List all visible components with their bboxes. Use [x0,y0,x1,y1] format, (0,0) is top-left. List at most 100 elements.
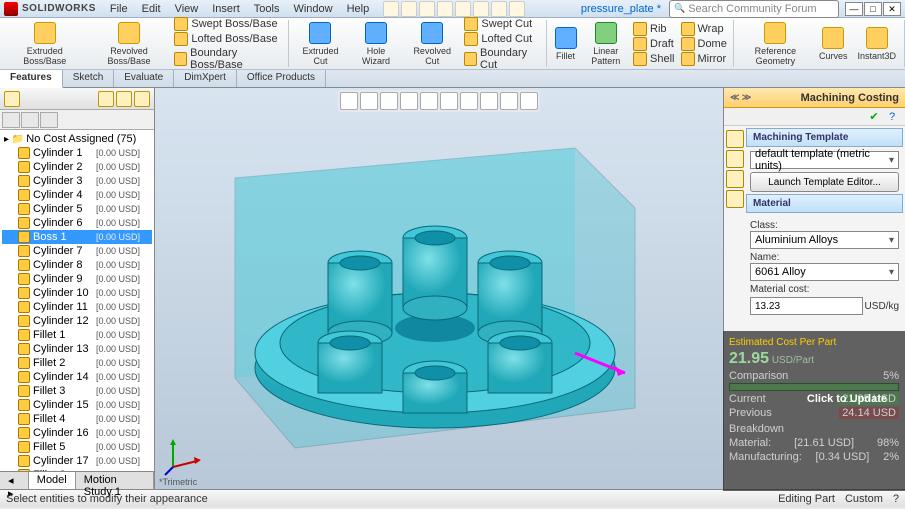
menu-help[interactable]: Help [341,2,376,16]
rib-button[interactable]: Rib [631,22,676,36]
feature-tree[interactable]: ▸ 📁 No Cost Assigned (75) Cylinder 1[0.0… [0,130,154,471]
mirror-button[interactable]: Mirror [679,52,729,66]
tree-item[interactable]: Cylinder 17[0.00 USD] [2,454,152,468]
template-select[interactable]: default template (metric units) [750,151,899,169]
qat-open-icon[interactable] [401,1,417,17]
fm-tab-tree-icon[interactable] [2,112,20,128]
tab-sketch[interactable]: Sketch [63,70,115,87]
menu-window[interactable]: Window [287,2,338,16]
fm-filter-icon[interactable] [98,91,114,107]
menu-file[interactable]: File [104,2,134,16]
swept-boss-button[interactable]: Swept Boss/Base [172,17,284,31]
qat-options-icon[interactable] [509,1,525,17]
linear-pattern-button[interactable]: Linear Pattern [583,21,629,67]
menu-tools[interactable]: Tools [248,2,286,16]
tree-item[interactable]: Cylinder 4[0.00 USD] [2,188,152,202]
side-stock-icon[interactable] [726,150,744,168]
close-button[interactable]: ✕ [883,2,901,16]
fillet-button[interactable]: Fillet [551,26,581,62]
fm-expand-icon[interactable] [116,91,132,107]
bottom-tab-model[interactable]: Model [29,472,76,489]
tree-item[interactable]: Cylinder 5[0.00 USD] [2,202,152,216]
menu-insert[interactable]: Insert [206,2,246,16]
view-settings-icon[interactable] [520,92,538,110]
tree-item[interactable]: Cylinder 7[0.00 USD] [2,244,152,258]
tab-features[interactable]: Features [0,70,63,88]
zoom-fit-icon[interactable] [340,92,358,110]
tree-item[interactable]: Cylinder 13[0.00 USD] [2,342,152,356]
wrap-button[interactable]: Wrap [679,22,729,36]
tree-item[interactable]: Cylinder 2[0.00 USD] [2,160,152,174]
tree-item[interactable]: Cylinder 10[0.00 USD] [2,286,152,300]
curves-button[interactable]: Curves [815,26,852,62]
boundary-boss-button[interactable]: Boundary Boss/Base [172,47,284,71]
search-input[interactable]: Search Community Forum [669,0,839,18]
tree-item[interactable]: Fillet 3[0.00 USD] [2,384,152,398]
fm-tab-prop-icon[interactable] [21,112,39,128]
section-view-icon[interactable] [400,92,418,110]
tree-item[interactable]: Cylinder 9[0.00 USD] [2,272,152,286]
cost-input[interactable] [750,297,863,315]
hide-show-icon[interactable] [460,92,478,110]
status-help-icon[interactable]: ? [893,493,899,505]
boundary-cut-button[interactable]: Boundary Cut [462,47,541,71]
tree-item[interactable]: Cylinder 16[0.00 USD] [2,426,152,440]
tree-item[interactable]: Cylinder 12[0.00 USD] [2,314,152,328]
class-select[interactable]: Aluminium Alloys [750,231,899,249]
tab-office-products[interactable]: Office Products [237,70,326,87]
menu-edit[interactable]: Edit [136,2,167,16]
fm-pin-icon[interactable] [134,91,150,107]
qat-print-icon[interactable] [437,1,453,17]
fm-icon[interactable] [4,91,20,107]
ok-icon[interactable]: ✔ [867,110,881,124]
material-section[interactable]: Material [746,194,903,213]
dome-button[interactable]: Dome [679,37,729,51]
minimize-button[interactable]: — [845,2,863,16]
fm-tab-config-icon[interactable] [40,112,58,128]
tree-item[interactable]: Cylinder 11[0.00 USD] [2,300,152,314]
tree-item[interactable]: Cylinder 6[0.00 USD] [2,216,152,230]
name-select[interactable]: 6061 Alloy [750,263,899,281]
qat-save-icon[interactable] [419,1,435,17]
qat-undo-icon[interactable] [455,1,471,17]
help-icon[interactable]: ? [885,110,899,124]
side-material-icon[interactable] [726,170,744,188]
tree-item[interactable]: Boss 1[0.00 USD] [2,230,152,244]
instant3d-button[interactable]: Instant3D [853,26,900,62]
tab-dimxpert[interactable]: DimXpert [174,70,237,87]
swept-cut-button[interactable]: Swept Cut [462,17,541,31]
view-orient-icon[interactable] [420,92,438,110]
revolved-boss-button[interactable]: Revolved Boss/Base [88,21,171,67]
click-to-update[interactable]: Click to Update [807,391,887,406]
bottom-tab-motion[interactable]: Motion Study 1 [76,472,154,489]
bottom-tab-arrows[interactable]: ◂ ▸ [0,472,29,489]
tree-item[interactable]: Fillet 4[0.00 USD] [2,412,152,426]
hole-wizard-button[interactable]: Hole Wizard [350,21,402,67]
display-style-icon[interactable] [440,92,458,110]
reference-geometry-button[interactable]: Reference Geometry [738,21,813,67]
qat-select-icon[interactable] [473,1,489,17]
tree-item[interactable]: Cylinder 14[0.00 USD] [2,370,152,384]
tree-item[interactable]: Cylinder 1[0.00 USD] [2,146,152,160]
tree-item[interactable]: Cylinder 3[0.00 USD] [2,174,152,188]
viewport-3d[interactable]: *Trimetric [155,88,723,489]
cost-summary-overlay[interactable]: Estimated Cost Per Part 21.95 USD/Part C… [723,331,905,491]
qat-new-icon[interactable] [383,1,399,17]
tree-item[interactable]: Cylinder 15[0.00 USD] [2,398,152,412]
scene-icon[interactable] [500,92,518,110]
panel-nav-icon[interactable]: ≪ ≫ [730,92,751,103]
menu-view[interactable]: View [169,2,205,16]
shell-button[interactable]: Shell [631,52,676,66]
zoom-area-icon[interactable] [360,92,378,110]
tree-item[interactable]: Cylinder 8[0.00 USD] [2,258,152,272]
tree-item[interactable]: Fillet 1[0.00 USD] [2,328,152,342]
draft-button[interactable]: Draft [631,37,676,51]
status-custom[interactable]: Custom [845,493,883,505]
launch-editor-button[interactable]: Launch Template Editor... [750,172,899,192]
restore-button[interactable]: □ [864,2,882,16]
lofted-boss-button[interactable]: Lofted Boss/Base [172,32,284,46]
tree-item[interactable]: Fillet 2[0.00 USD] [2,356,152,370]
prev-view-icon[interactable] [380,92,398,110]
extruded-cut-button[interactable]: Extruded Cut [293,21,348,67]
tree-item[interactable]: Fillet 5[0.00 USD] [2,440,152,454]
